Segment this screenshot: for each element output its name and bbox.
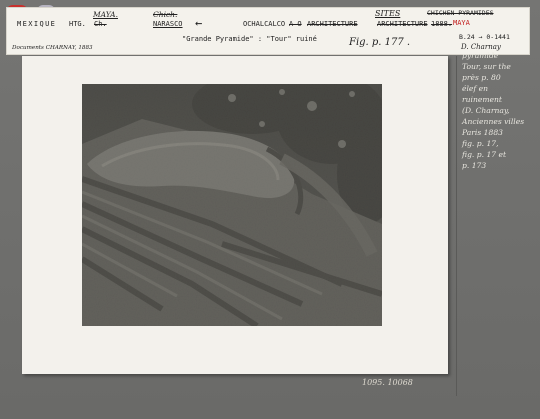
mount-divider [456,56,457,396]
note-line: près p. 80 [462,73,501,82]
note-line: élef en [462,84,489,93]
figure-reference: Fig. p. 177 . [349,37,411,48]
source-note: Documents CHARNAY, 1883 [12,45,93,51]
site-handwritten: Chich. [153,10,178,19]
struck-right-text: CHICHEN-PYRAMIDES [427,9,494,17]
photograph [82,84,382,326]
category-handwritten: SITES [375,9,401,18]
shelf-mark: 1095. 10068 [362,378,413,387]
photograph-image [82,84,382,326]
region-typed-text: HTG. [69,20,86,28]
note-line: ruinement [462,95,502,104]
site-typed-text: NARASCO [153,20,183,28]
caption-text: "Grande Pyramide" : "Tour" ruiné [182,35,317,43]
note-line: Tour, sur the [462,62,511,71]
arrow-symbol: ← [195,16,203,30]
region-handwritten: MAYA. [93,10,118,19]
region-typed-struck-text: Ch. [94,20,107,28]
struck-year-text: 1888. [431,20,453,28]
reference-code: B.24 → 0-1441 [459,33,510,41]
struck-architecture-text-2: ARCHITECTURE [377,20,428,28]
note-line: fig. p. 17 et [462,150,507,159]
note-line: p. 173 [462,161,487,170]
margin-handwritten-note: pyramide Tour, sur the près p. 80 élef e… [462,50,532,220]
note-line: Anciennes villes [462,117,525,126]
struck-architecture-text: ARCHITECTURE [307,20,358,28]
locality-text: OCHALCALCO [243,20,286,28]
note-line: pyramide [462,51,499,60]
note-line: fig. p. 17, [462,139,499,148]
note-line: (D. Charnay, [462,106,510,115]
note-line: Paris 1883 [462,128,503,137]
country-text: MEXIQUE [17,20,57,28]
archive-card: MEXIQUE HTG. Ch. MAYA. Chich. NARASCO ← … [0,0,540,419]
culture-red-text: MAYA [453,19,470,27]
struck-mid-text: A O [289,20,302,28]
